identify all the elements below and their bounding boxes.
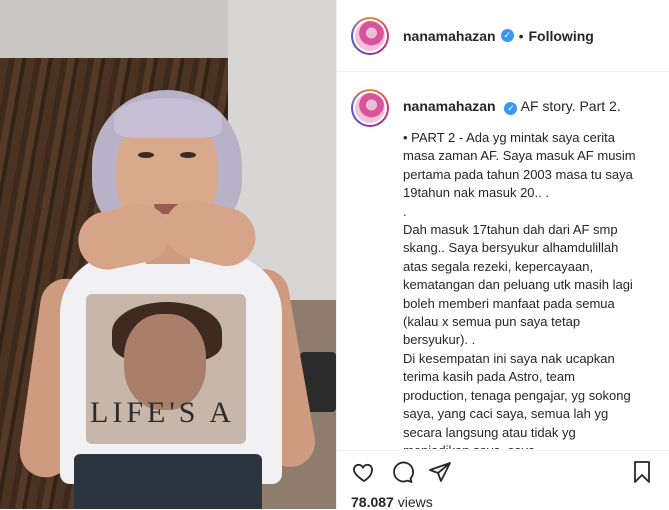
post-media[interactable]: LIFE'S A xyxy=(0,0,336,509)
heart-icon[interactable] xyxy=(351,459,377,485)
action-bar xyxy=(337,450,669,484)
person-jeans xyxy=(74,454,262,509)
caption-avatar[interactable] xyxy=(351,89,389,127)
views-number: 78.087 xyxy=(351,494,394,510)
person-eye-left xyxy=(138,152,154,158)
bookmark-icon[interactable] xyxy=(629,459,655,485)
caption-username[interactable]: nanamahazan xyxy=(403,98,496,114)
views-label: views xyxy=(397,494,433,510)
caption-header: nanamahazan ✓ AF story. Part 2. xyxy=(403,89,641,115)
views-count[interactable]: 78.087 views xyxy=(351,494,433,510)
verified-badge-icon: ✓ xyxy=(500,29,514,42)
caption-row: nanamahazan ✓ AF story. Part 2. • PART 2… xyxy=(337,73,669,449)
header-separator: • xyxy=(518,27,524,44)
post-header: nanamahazan ✓ • Following xyxy=(337,0,669,72)
caption-scroll-area[interactable]: nanamahazan ✓ AF story. Part 2. • PART 2… xyxy=(337,73,669,449)
comment-icon[interactable] xyxy=(389,459,415,485)
caption-text: • PART 2 - Ada yg mintak saya cerita mas… xyxy=(403,130,636,449)
post-side-panel: nanamahazan ✓ • Following nanamahazan ✓ … xyxy=(336,0,669,510)
caption-body: nanamahazan ✓ AF story. Part 2. • PART 2… xyxy=(403,89,641,449)
avatar[interactable] xyxy=(351,16,389,55)
following-button[interactable]: Following xyxy=(529,28,594,44)
person-eye-right xyxy=(180,152,196,158)
shirt-text: LIFE'S A xyxy=(90,396,235,429)
person-bangs xyxy=(114,98,222,138)
share-icon[interactable] xyxy=(427,459,453,485)
header-username[interactable]: nanamahazan xyxy=(403,28,496,44)
caption-title: AF story. Part 2. xyxy=(520,98,621,114)
media-person: LIFE'S A xyxy=(16,58,319,509)
caption-verified-badge-icon: ✓ xyxy=(504,101,518,115)
